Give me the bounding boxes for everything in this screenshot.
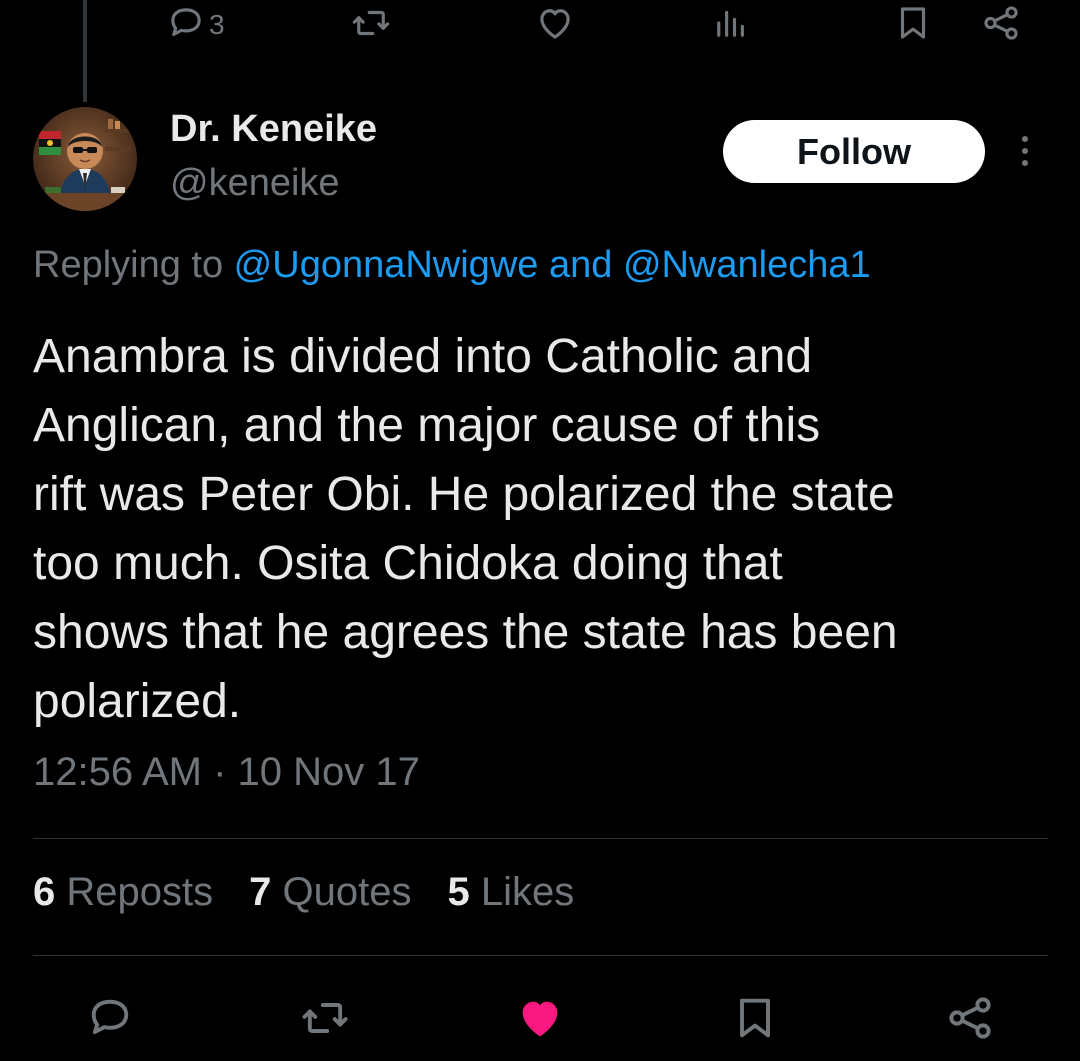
like-icon bbox=[534, 2, 576, 49]
bookmark-button[interactable] bbox=[725, 990, 785, 1050]
mention-link[interactable]: @UgonnaNwigwe bbox=[234, 244, 539, 286]
tweet-text: Anambra is divided into Catholic and Ang… bbox=[33, 330, 898, 728]
likes-label: Likes bbox=[480, 870, 575, 914]
tweet-timestamp[interactable]: 12:56 AM · 10 Nov 17 bbox=[33, 750, 420, 795]
previous-like-button[interactable] bbox=[534, 0, 576, 50]
reply-icon bbox=[84, 992, 136, 1049]
previous-reply-count: 3 bbox=[209, 9, 225, 40]
share-icon bbox=[980, 2, 1022, 49]
likes-count: 5 bbox=[447, 870, 470, 914]
share-button[interactable] bbox=[940, 990, 1000, 1050]
bookmark-icon bbox=[729, 992, 781, 1049]
divider bbox=[33, 955, 1048, 956]
reply-icon bbox=[165, 2, 207, 49]
more-vertical-icon bbox=[1018, 131, 1032, 176]
previous-tweet-action-bar: 3 bbox=[0, 0, 1080, 50]
avatar[interactable] bbox=[33, 107, 137, 211]
quotes-count: 7 bbox=[249, 870, 272, 914]
replying-to-prefix: Replying to bbox=[33, 244, 234, 286]
engagement-stats: 6 Reposts 7 Quotes 5 Likes bbox=[33, 870, 610, 915]
quotes-stat[interactable]: 7 Quotes bbox=[249, 870, 411, 915]
previous-share-button[interactable] bbox=[980, 0, 1022, 50]
quotes-label: Quotes bbox=[282, 870, 412, 914]
like-button[interactable] bbox=[510, 990, 570, 1050]
reposts-stat[interactable]: 6 Reposts bbox=[33, 870, 213, 915]
bookmark-icon bbox=[892, 2, 934, 49]
previous-analytics-button[interactable] bbox=[710, 0, 752, 50]
repost-button[interactable] bbox=[295, 990, 355, 1050]
more-options-button[interactable] bbox=[1005, 128, 1045, 178]
replying-to-line: Replying to @UgonnaNwigwe and @Nwanlecha… bbox=[33, 244, 871, 287]
previous-bookmark-button[interactable] bbox=[892, 0, 934, 50]
divider bbox=[33, 838, 1048, 839]
author-name[interactable]: Dr. Keneike bbox=[170, 108, 377, 151]
repost-icon bbox=[299, 992, 351, 1049]
likes-stat[interactable]: 5 Likes bbox=[447, 870, 574, 915]
mention-joiner: and bbox=[538, 244, 623, 286]
previous-reply-button[interactable]: 3 bbox=[165, 0, 225, 50]
avatar-image bbox=[33, 107, 137, 211]
repost-icon bbox=[350, 2, 392, 49]
follow-button[interactable]: Follow bbox=[723, 120, 985, 183]
previous-repost-button[interactable] bbox=[350, 0, 392, 50]
mention-link[interactable]: @Nwanlecha1 bbox=[623, 244, 871, 286]
like-filled-icon bbox=[514, 992, 566, 1049]
reply-button[interactable] bbox=[80, 990, 140, 1050]
share-icon bbox=[944, 992, 996, 1049]
analytics-icon bbox=[710, 2, 752, 49]
author-handle[interactable]: @keneike bbox=[170, 162, 340, 205]
reposts-count: 6 bbox=[33, 870, 56, 914]
reposts-label: Reposts bbox=[66, 870, 214, 914]
